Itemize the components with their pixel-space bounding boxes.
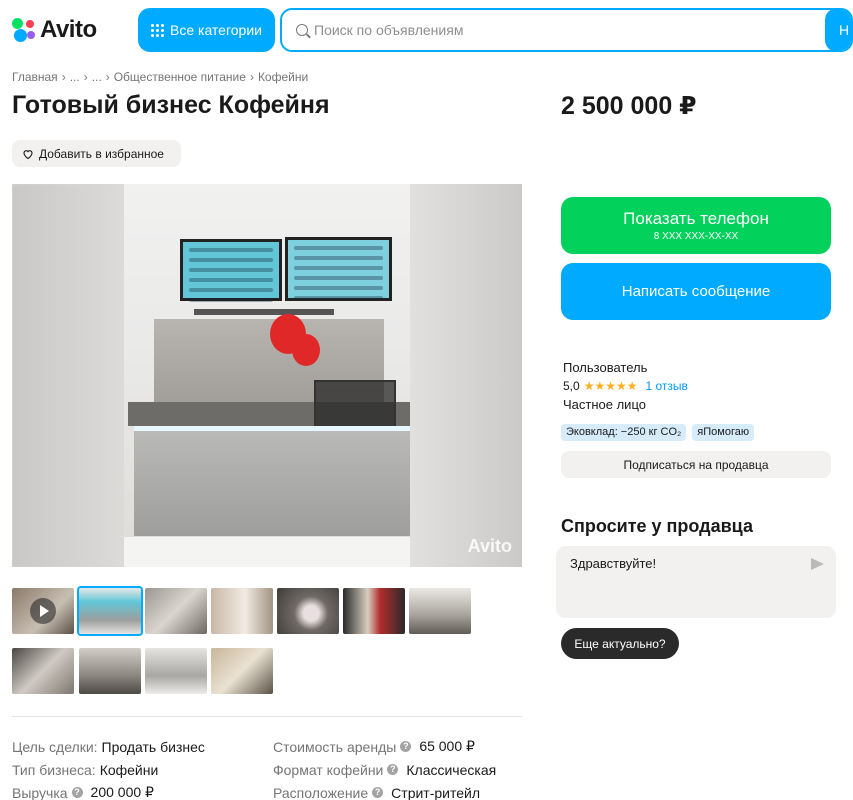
help-badge[interactable]: яПомогаю — [692, 424, 755, 441]
help-icon[interactable]: ? — [387, 764, 399, 775]
param-coffee-format: Формат кофейни ? Классическая — [273, 758, 496, 781]
shelf — [194, 309, 334, 315]
avito-logo[interactable]: Avito — [12, 16, 97, 44]
show-phone-button[interactable]: Показать телефон 8 XXX XXX-XX-XX — [561, 197, 831, 254]
thumbnail-image[interactable] — [145, 648, 207, 694]
param-value: Продать бизнес — [101, 738, 205, 755]
divider — [12, 716, 522, 717]
param-key: Цель сделки: — [12, 738, 98, 755]
thumbnail-image[interactable] — [79, 648, 141, 694]
rating-value: 5,0 — [563, 379, 580, 393]
all-categories-label: Все категории — [170, 22, 262, 38]
breadcrumb-item[interactable]: ... — [92, 70, 102, 84]
search-button[interactable]: Н — [825, 10, 851, 50]
param-key: Выручка — [12, 784, 68, 800]
seller-card: Пользователь 5,0 ★★★★★ 1 отзыв Частное л… — [563, 360, 688, 412]
logo-dots-icon — [12, 18, 36, 42]
message-input[interactable]: Здравствуйте! — [556, 546, 836, 618]
chevron-right-icon: › — [105, 70, 110, 84]
message-text: Здравствуйте! — [570, 556, 657, 571]
param-value: Классическая — [406, 761, 497, 778]
seller-name[interactable]: Пользователь — [563, 360, 688, 375]
photo-blur-left — [12, 184, 124, 567]
chevron-right-icon: › — [249, 70, 254, 84]
seller-rating: 5,0 ★★★★★ 1 отзыв — [563, 379, 688, 393]
photo-blur-right — [410, 184, 522, 567]
balloon — [292, 334, 320, 366]
help-icon[interactable]: ? — [400, 741, 412, 752]
grid-dots-icon — [151, 23, 164, 37]
write-message-label: Написать сообщение — [621, 283, 771, 300]
breadcrumb-item[interactable]: ... — [70, 70, 80, 84]
display-case — [314, 380, 396, 430]
thumbnail-image[interactable] — [12, 648, 74, 694]
add-to-favorites-label: Добавить в избранное — [39, 146, 164, 161]
thumbnail-image[interactable] — [77, 586, 143, 636]
counter — [134, 426, 410, 536]
help-icon[interactable]: ? — [372, 787, 384, 798]
params-right: Стоимость аренды ? 65 000 ₽ Формат кофей… — [273, 735, 496, 800]
thumbnail-image[interactable] — [409, 588, 471, 634]
eco-badge[interactable]: Эковклад: −250 кг CO₂ — [561, 424, 687, 441]
show-phone-label: Показать телефон — [623, 209, 769, 228]
all-categories-button[interactable]: Все категории — [138, 8, 275, 52]
breadcrumb-item-home[interactable]: Главная — [12, 70, 58, 84]
param-value: Стрит-ритейл — [391, 784, 481, 800]
listing-price: 2 500 000 ₽ — [561, 92, 697, 120]
chevron-right-icon: › — [61, 70, 66, 84]
param-value: 200 000 ₽ — [90, 784, 154, 800]
param-value: Кофейни — [99, 761, 159, 778]
param-deal-goal: Цель сделки: Продать бизнес — [12, 735, 205, 758]
param-value: 65 000 ₽ — [419, 738, 475, 754]
seller-badges: Эковклад: −250 кг CO₂ яПомогаю — [561, 424, 755, 441]
quick-reply-chip[interactable]: Еще актуально? — [561, 628, 679, 659]
add-to-favorites-button[interactable]: Добавить в избранное — [12, 140, 181, 167]
floor — [124, 537, 410, 567]
search-input[interactable] — [314, 22, 851, 38]
param-key: Формат кофейни — [273, 761, 384, 778]
breadcrumb: Главная › ... › ... › Общественное питан… — [12, 70, 308, 84]
heart-icon — [23, 149, 33, 159]
thumbnail-image[interactable] — [211, 648, 273, 694]
quick-reply-label: Еще актуально? — [574, 636, 666, 651]
avito-watermark: Avito — [467, 536, 512, 556]
search-icon — [296, 24, 308, 36]
thumbnail-image[interactable] — [145, 588, 207, 634]
seller-type: Частное лицо — [563, 397, 646, 412]
breadcrumb-item-coffee[interactable]: Кофейни — [258, 70, 308, 84]
breadcrumb-item-catering[interactable]: Общественное питание — [114, 70, 246, 84]
phone-masked: 8 XXX XXX-XX-XX — [653, 231, 739, 242]
menu-screen — [285, 237, 392, 301]
ask-seller-title: Спросите у продавца — [561, 516, 753, 536]
thumbnail-video[interactable] — [12, 588, 74, 634]
param-key: Тип бизнеса: — [12, 761, 96, 778]
thumbnail-image[interactable] — [277, 588, 339, 634]
search-bar: Н — [280, 8, 853, 52]
coffee-shop-photo — [124, 184, 410, 567]
help-icon[interactable]: ? — [71, 787, 83, 798]
write-message-button[interactable]: Написать сообщение — [561, 263, 831, 320]
chevron-right-icon: › — [83, 70, 88, 84]
param-business-type: Тип бизнеса: Кофейни — [12, 758, 205, 781]
param-key: Стоимость аренды — [273, 738, 397, 755]
param-revenue: Выручка ? 200 000 ₽ — [12, 781, 205, 800]
thumbnail-image[interactable] — [343, 588, 405, 634]
params-left: Цель сделки: Продать бизнес Тип бизнеса:… — [12, 735, 205, 800]
main-photo[interactable]: Avito — [12, 184, 522, 567]
star-icons: ★★★★★ — [583, 379, 638, 393]
param-rent-cost: Стоимость аренды ? 65 000 ₽ — [273, 735, 496, 758]
logo-text: Avito — [40, 16, 97, 43]
subscribe-seller-button[interactable]: Подписаться на продавца — [561, 451, 831, 478]
reviews-link[interactable]: 1 отзыв — [645, 379, 687, 393]
subscribe-label: Подписаться на продавца — [623, 457, 769, 472]
play-icon — [30, 598, 56, 624]
thumbnail-image[interactable] — [211, 588, 273, 634]
param-key: Расположение — [273, 784, 369, 800]
menu-screen — [180, 239, 282, 302]
listing-title: Готовый бизнес Кофейня — [12, 91, 330, 119]
send-icon[interactable] — [811, 558, 824, 570]
param-location: Расположение ? Стрит-ритейл — [273, 781, 496, 800]
